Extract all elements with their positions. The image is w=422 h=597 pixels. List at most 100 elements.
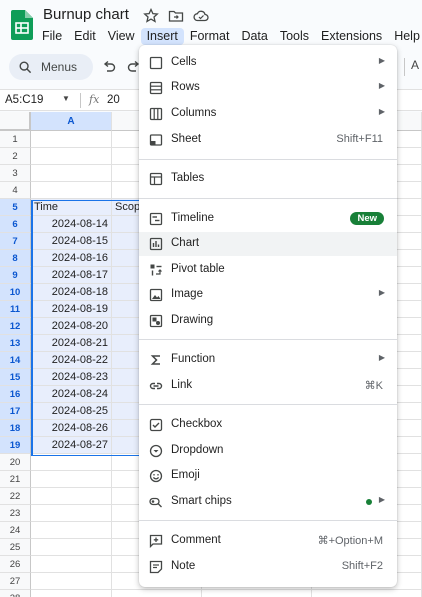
menu-item-note[interactable]: Note Shift+F2	[139, 555, 397, 579]
cell[interactable]	[31, 539, 112, 556]
cell[interactable]	[31, 556, 112, 573]
cell[interactable]	[31, 165, 112, 182]
menu-tools[interactable]: Tools	[274, 28, 315, 45]
cell[interactable]	[112, 590, 202, 597]
cell[interactable]	[31, 522, 112, 539]
menu-help[interactable]: Help	[388, 28, 422, 45]
row-number[interactable]: 3	[0, 165, 31, 182]
menu-view[interactable]: View	[102, 28, 141, 45]
cell[interactable]: 2024-08-25	[31, 403, 112, 420]
menu-item-tables[interactable]: Tables	[139, 167, 397, 191]
select-all-corner[interactable]	[0, 112, 31, 131]
cell[interactable]: 2024-08-16	[31, 250, 112, 267]
row-number[interactable]: 12	[0, 318, 31, 335]
cell[interactable]: 2024-08-21	[31, 335, 112, 352]
menu-item-sheet[interactable]: Sheet Shift+F11	[139, 128, 397, 152]
cell[interactable]: 2024-08-14	[31, 216, 112, 233]
menu-item-timeline[interactable]: Timeline New	[139, 207, 397, 231]
sheets-logo-icon[interactable]	[11, 10, 33, 40]
name-box[interactable]: A5:C19	[5, 94, 65, 106]
row-number[interactable]: 8	[0, 250, 31, 267]
star-icon[interactable]	[143, 7, 159, 24]
row-number[interactable]: 6	[0, 216, 31, 233]
menu-item-emoji[interactable]: Emoji	[139, 464, 397, 488]
menu-divider	[139, 339, 397, 340]
row-number[interactable]: 1	[0, 131, 31, 148]
cell[interactable]	[31, 148, 112, 165]
row-number[interactable]: 25	[0, 539, 31, 556]
menu-item-chart[interactable]: Chart	[139, 232, 397, 256]
menu-item-function[interactable]: Function ▶	[139, 348, 397, 372]
cell[interactable]: 2024-08-18	[31, 284, 112, 301]
row-number[interactable]: 13	[0, 335, 31, 352]
menu-item-drawing[interactable]: Drawing	[139, 309, 397, 333]
row-number[interactable]: 15	[0, 369, 31, 386]
cell[interactable]	[31, 471, 112, 488]
row-number[interactable]: 2	[0, 148, 31, 165]
cell[interactable]	[31, 505, 112, 522]
menu-item-comment[interactable]: Comment ⌘+Option+M	[139, 529, 397, 553]
cloud-status-icon[interactable]	[193, 8, 209, 24]
menu-extensions[interactable]: Extensions	[315, 28, 388, 45]
row-number[interactable]: 27	[0, 573, 31, 590]
cell[interactable]	[31, 182, 112, 199]
menu-item-pivot-table[interactable]: Pivot table	[139, 258, 397, 282]
row-number[interactable]: 11	[0, 301, 31, 318]
cell[interactable]: 2024-08-19	[31, 301, 112, 318]
undo-icon[interactable]	[101, 59, 117, 75]
document-title[interactable]: Burnup chart	[43, 6, 129, 23]
cell[interactable]	[31, 488, 112, 505]
row-number[interactable]: 4	[0, 182, 31, 199]
font-color-button[interactable]: A	[404, 58, 422, 76]
row-number[interactable]: 18	[0, 420, 31, 437]
menu-item-checkbox[interactable]: Checkbox	[139, 413, 397, 437]
cell[interactable]	[31, 454, 112, 471]
search-menus-button[interactable]: Menus	[9, 54, 93, 80]
cell[interactable]: 2024-08-27	[31, 437, 112, 454]
menu-item-dropdown[interactable]: Dropdown	[139, 439, 397, 463]
row-number[interactable]: 23	[0, 505, 31, 522]
menu-insert[interactable]: Insert	[140, 28, 184, 45]
menu-item-image[interactable]: Image ▶	[139, 283, 397, 307]
move-folder-icon[interactable]	[168, 8, 184, 24]
menu-format[interactable]: Format	[184, 28, 236, 45]
cell[interactable]: 2024-08-20	[31, 318, 112, 335]
row-number[interactable]: 5	[0, 199, 31, 216]
row-number[interactable]: 9	[0, 267, 31, 284]
column-header-a[interactable]: A	[31, 112, 112, 131]
row-number[interactable]: 19	[0, 437, 31, 454]
menu-data[interactable]: Data	[235, 28, 273, 45]
cell[interactable]: 2024-08-26	[31, 420, 112, 437]
row-number[interactable]: 22	[0, 488, 31, 505]
cell[interactable]	[31, 131, 112, 148]
chevron-down-icon[interactable]: ▼	[62, 94, 70, 103]
cell[interactable]: Time	[31, 199, 112, 216]
row-number[interactable]: 21	[0, 471, 31, 488]
row-number[interactable]: 28	[0, 590, 31, 597]
row-number[interactable]: 16	[0, 386, 31, 403]
row-number[interactable]: 14	[0, 352, 31, 369]
cell[interactable]: 2024-08-17	[31, 267, 112, 284]
cell[interactable]	[312, 590, 422, 597]
cell[interactable]: 2024-08-15	[31, 233, 112, 250]
row-number[interactable]: 17	[0, 403, 31, 420]
row-number[interactable]: 10	[0, 284, 31, 301]
cell[interactable]	[31, 590, 112, 597]
formula-input[interactable]: 20	[107, 94, 120, 106]
cell[interactable]: 2024-08-22	[31, 352, 112, 369]
menu-item-smart-chips[interactable]: Smart chips ▶	[139, 490, 397, 514]
menu-item-columns[interactable]: Columns ▶	[139, 102, 397, 126]
row-number[interactable]: 7	[0, 233, 31, 250]
menu-file[interactable]: File	[36, 28, 68, 45]
menu-item-cells[interactable]: Cells ▶	[139, 51, 397, 75]
menu-edit[interactable]: Edit	[68, 28, 102, 45]
cell[interactable]: 2024-08-24	[31, 386, 112, 403]
row-number[interactable]: 20	[0, 454, 31, 471]
cell[interactable]: 2024-08-23	[31, 369, 112, 386]
menu-item-link[interactable]: Link ⌘K	[139, 374, 397, 398]
cell[interactable]	[31, 573, 112, 590]
row-number[interactable]: 24	[0, 522, 31, 539]
cell[interactable]	[202, 590, 312, 597]
row-number[interactable]: 26	[0, 556, 31, 573]
menu-item-rows[interactable]: Rows ▶	[139, 76, 397, 100]
